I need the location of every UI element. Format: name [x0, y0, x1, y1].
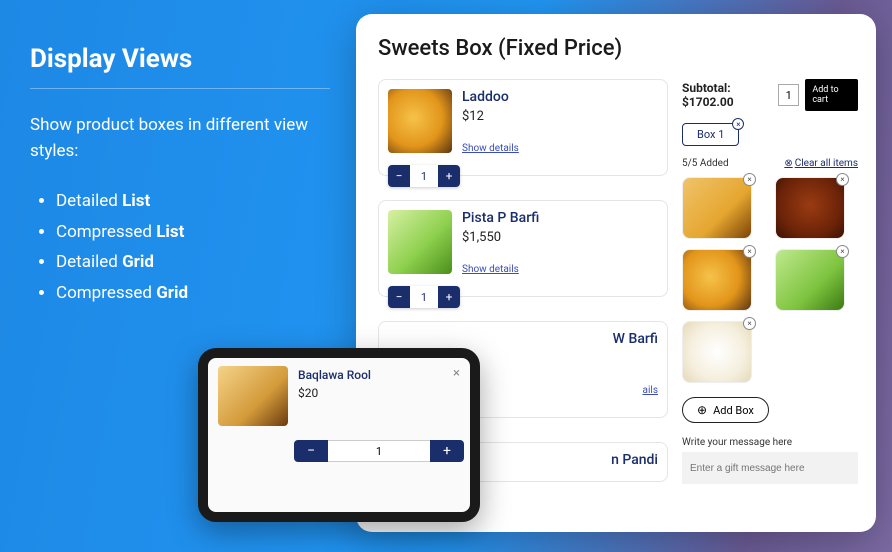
plus-button[interactable]: + [438, 286, 460, 308]
divider [30, 88, 330, 89]
product-image [388, 210, 452, 274]
add-box-button[interactable]: Add Box [682, 397, 769, 423]
qty-value: 1 [410, 165, 438, 187]
page-title: Sweets Box (Fixed Price) [378, 36, 858, 61]
qty-value: 1 [410, 286, 438, 308]
selected-item: × [682, 249, 752, 311]
qty-value: 1 [328, 440, 430, 462]
list-item: Detailed Grid [56, 247, 330, 278]
close-icon[interactable]: × [732, 118, 744, 130]
plus-button[interactable]: + [430, 440, 464, 462]
list-item: Detailed List [56, 186, 330, 217]
list-item: Compressed Grid [56, 278, 330, 309]
add-box-label: Add Box [713, 404, 754, 417]
add-to-cart-button[interactable]: Add to cart [805, 79, 858, 111]
minus-button[interactable]: − [388, 286, 410, 308]
product-price: $1,550 [462, 230, 658, 245]
product-title: W Barfi [462, 331, 658, 347]
show-details-link[interactable]: ails [643, 385, 658, 396]
selected-items-grid: × × × × × [682, 177, 858, 383]
cart-qty-input[interactable]: 1 [778, 84, 799, 106]
added-count: 5/5 Added [682, 158, 729, 169]
product-image [388, 89, 452, 153]
left-panel: Display Views Show product boxes in diff… [30, 44, 330, 308]
product-image [218, 366, 288, 426]
show-details-link[interactable]: Show details [462, 264, 519, 275]
remove-icon[interactable]: × [743, 173, 756, 186]
product-title: Laddoo [462, 89, 658, 105]
view-style-list: Detailed List Compressed List Detailed G… [30, 186, 330, 308]
box-pill[interactable]: Box 1 × [682, 123, 739, 146]
remove-icon[interactable]: × [743, 317, 756, 330]
cart-sidebar: Subtotal: $1702.00 1 Add to cart Box 1 ×… [682, 79, 858, 498]
remove-icon[interactable]: × [743, 245, 756, 258]
clear-all-link[interactable]: Clear all items [784, 158, 858, 169]
minus-button[interactable]: − [388, 165, 410, 187]
gift-message-input[interactable] [682, 452, 858, 484]
list-item: Compressed List [56, 217, 330, 248]
quantity-stepper[interactable]: − 1 + [388, 286, 460, 308]
close-icon[interactable]: × [453, 366, 460, 381]
tablet-overlay: Baqlawa Rool $20 × − 1 + [198, 348, 480, 522]
plus-button[interactable]: + [438, 165, 460, 187]
quantity-stepper[interactable]: − 1 + [388, 165, 460, 187]
product-price: $12 [462, 109, 658, 124]
minus-button[interactable]: − [294, 440, 328, 462]
selected-item: × [775, 249, 845, 311]
product-item: Pista P Barfi $1,550 Show details − 1 + [378, 200, 668, 297]
quantity-stepper[interactable]: − 1 + [294, 440, 464, 462]
selected-item: × [775, 177, 845, 239]
remove-icon[interactable]: × [836, 245, 849, 258]
box-pill-label: Box 1 [697, 128, 724, 141]
product-item: Laddoo $12 Show details − 1 + [378, 79, 668, 176]
product-title: n Pandi [462, 452, 658, 468]
show-details-link[interactable]: Show details [462, 143, 519, 154]
left-intro: Show product boxes in different view sty… [30, 113, 330, 164]
selected-item: × [682, 321, 752, 383]
product-title: Pista P Barfi [462, 210, 658, 226]
product-price [462, 351, 658, 366]
product-title: Baqlawa Rool [298, 368, 371, 382]
left-title: Display Views [30, 44, 330, 88]
remove-icon[interactable]: × [836, 173, 849, 186]
selected-item: × [682, 177, 752, 239]
subtotal-label: Subtotal: $1702.00 [682, 81, 772, 109]
product-price: $20 [298, 386, 371, 400]
message-label: Write your message here [682, 437, 858, 448]
